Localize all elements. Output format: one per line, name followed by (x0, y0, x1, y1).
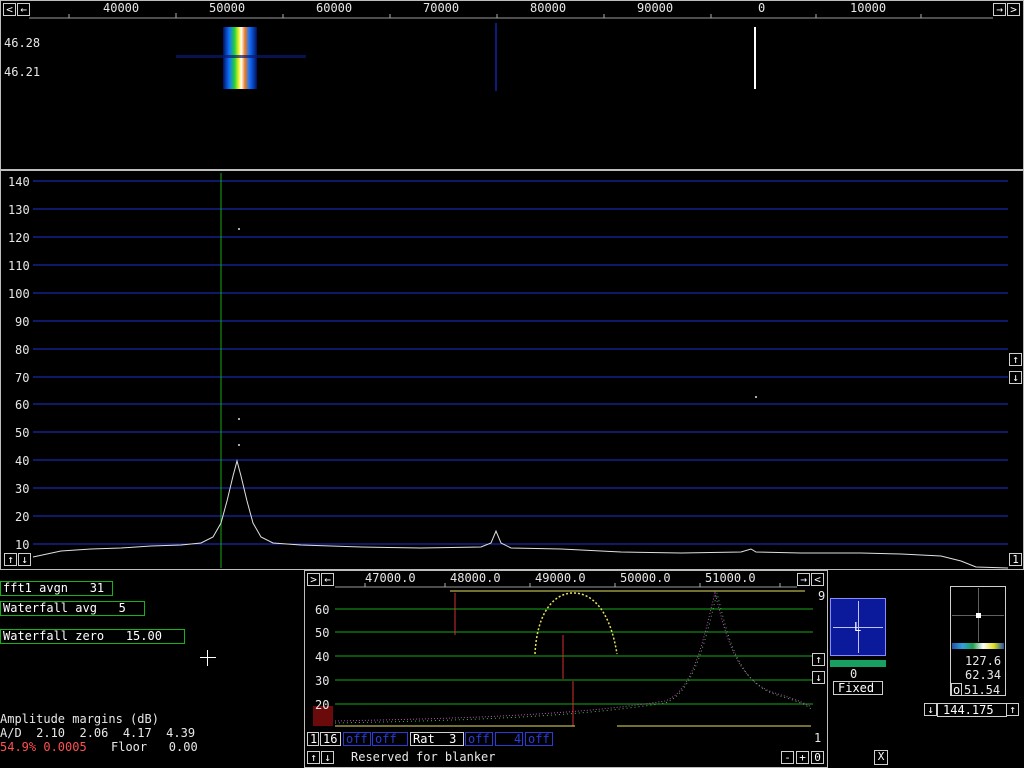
baseband-scroll-right-button[interactable]: > (307, 573, 320, 586)
baseband-freq-label: 50000.0 (620, 571, 671, 585)
spectrum-gain-up-button[interactable]: ↑ (1009, 353, 1022, 366)
baseband-mode-16-button[interactable]: 16 (320, 732, 341, 746)
smeter-panel[interactable]: 127.6 62.34 o 51.54 (950, 586, 1006, 696)
baseband-scroll-left-button[interactable]: < (811, 573, 824, 586)
waterfall-scroll-right-arrow[interactable]: → (993, 3, 1006, 16)
mouse-cursor (200, 650, 216, 666)
spectrum-y-label: 110 (8, 259, 30, 273)
waterfall-freq-label: 70000 (423, 1, 460, 15)
smeter-value-2: 62.34 (965, 668, 1002, 682)
spectrum-panel[interactable]: 140 130 120 110 100 90 80 70 60 50 40 30… (0, 170, 1024, 570)
smeter-plot (952, 588, 1004, 642)
baseband-minus-button[interactable]: - (781, 751, 794, 764)
waterfall-scroll-left-button[interactable]: < (3, 3, 16, 16)
amplitude-margins-title: Amplitude margins (dB) (0, 712, 159, 726)
waterfall-time-label: 46.28 (4, 36, 41, 50)
waterfall-zero-field[interactable]: Waterfall zero 15.00 (0, 629, 185, 644)
baseband-y-label: 30 (315, 674, 330, 688)
waterfall-freq-label: 90000 (637, 1, 674, 15)
baseband-filter-curve (534, 592, 618, 655)
baseband-off-toggle-3[interactable]: off (465, 732, 493, 746)
spectrum-y-label: 130 (8, 203, 30, 217)
spectrum-y-label: 10 (15, 538, 30, 552)
waterfall-avg-field[interactable]: Waterfall avg 5 (0, 601, 145, 616)
baseband-gain-up-button[interactable]: ↑ (812, 653, 825, 666)
spectrum-mode-button[interactable]: 1 (1009, 553, 1022, 566)
agc-level-bar (830, 660, 886, 667)
baseband-gain-down-button[interactable]: ↓ (812, 671, 825, 684)
baseband-corner-bottom: 1 (814, 731, 822, 745)
waterfall-time-label: 46.21 (4, 65, 41, 79)
waterfall-scroll-left-arrow[interactable]: ← (17, 3, 30, 16)
blanker-label: Reserved for blanker (351, 750, 496, 764)
fft1-avgn-field[interactable]: fft1 avgn 31 (0, 581, 113, 596)
baseband-off-toggle-1[interactable]: off (343, 732, 371, 746)
spectrum-y-label: 90 (15, 315, 30, 329)
baseband-freq-label: 47000.0 (365, 571, 416, 585)
waterfall-graph (29, 13, 993, 91)
baseband-y-label: 50 (315, 626, 330, 640)
spectrum-y-label: 100 (8, 287, 30, 301)
spectrum-y-label: 80 (15, 343, 30, 357)
spectrum-y-label: 60 (15, 398, 30, 412)
spectrum-scale-down-button[interactable]: ↓ (18, 553, 31, 566)
waterfall-freq-label: 0 (758, 1, 766, 15)
spectrum-y-label: 70 (15, 371, 30, 385)
spectrum-y-label: 30 (15, 482, 30, 496)
waterfall-panel[interactable]: < ← → > 40000 50000 60000 70000 80000 90… (0, 0, 1024, 170)
waterfall-scroll-right-button[interactable]: > (1007, 3, 1020, 16)
smeter-value-3: 51.54 (964, 683, 1001, 697)
baseband-corner-top: 9 (818, 589, 826, 603)
baseband-zero-button[interactable]: 0 (811, 751, 824, 764)
baseband-plus-button[interactable]: + (796, 751, 809, 764)
baseband-scroll-left-arrow[interactable]: ← (321, 573, 334, 586)
waterfall-freq-label: 80000 (530, 1, 567, 15)
smeter-dot (976, 613, 981, 618)
close-button[interactable]: X (874, 750, 888, 765)
baseband-bottom-up-button[interactable]: ↑ (307, 751, 320, 764)
waterfall-freq-label: 60000 (316, 1, 353, 15)
spectrum-graph (32, 173, 1009, 569)
spectrum-y-label: 120 (8, 231, 30, 245)
freq-down-button[interactable]: ↓ (924, 703, 937, 716)
smeter-o-button[interactable]: o (951, 683, 962, 696)
agc-label: L (854, 620, 862, 634)
frequency-readout[interactable]: 144.175 (937, 703, 1007, 717)
spectrum-trace (32, 459, 1009, 569)
baseband-rat-field[interactable]: Rat 3 (410, 732, 464, 746)
agc-mode-button[interactable]: Fixed (833, 681, 883, 695)
agc-indicator[interactable]: L (830, 598, 886, 656)
spectrum-y-label: 20 (15, 510, 30, 524)
spectrum-y-label: 50 (15, 426, 30, 440)
baseband-value-4-field[interactable]: 4 (495, 732, 523, 746)
waterfall-freq-label: 50000 (209, 1, 246, 15)
spectrum-y-label: 140 (8, 175, 30, 189)
baseband-y-label: 20 (315, 698, 330, 712)
agc-value: 0 (850, 667, 858, 681)
freq-up-button[interactable]: ↑ (1006, 703, 1019, 716)
baseband-freq-label: 48000.0 (450, 571, 501, 585)
floor-value: Floor 0.00 (111, 740, 198, 754)
ad-margins-values: A/D 2.10 2.06 4.17 4.39 (0, 726, 196, 740)
baseband-off-toggle-2[interactable]: off (372, 732, 408, 746)
smeter-colorbar (952, 643, 1004, 649)
baseband-mode-1-button[interactable]: 1 (307, 732, 319, 746)
smeter-value-1: 127.6 (965, 654, 1002, 668)
baseband-bottom-down-button[interactable]: ↓ (321, 751, 334, 764)
spectrum-scale-up-button[interactable]: ↑ (4, 553, 17, 566)
baseband-freq-label: 49000.0 (535, 571, 586, 585)
spectrum-y-label: 40 (15, 454, 30, 468)
spectrum-gain-down-button[interactable]: ↓ (1009, 371, 1022, 384)
baseband-scroll-right-arrow[interactable]: → (797, 573, 810, 586)
baseband-off-toggle-4[interactable]: off (525, 732, 553, 746)
baseband-panel[interactable]: > ← → < 47000.0 48000.0 49000.0 50000.0 … (304, 570, 828, 768)
waterfall-freq-label: 40000 (103, 1, 140, 15)
status-percent: 54.9% 0.0005 (0, 740, 87, 754)
baseband-y-label: 60 (315, 603, 330, 617)
waterfall-freq-label: 10000 (850, 1, 887, 15)
baseband-y-label: 40 (315, 650, 330, 664)
baseband-freq-label: 51000.0 (705, 571, 756, 585)
